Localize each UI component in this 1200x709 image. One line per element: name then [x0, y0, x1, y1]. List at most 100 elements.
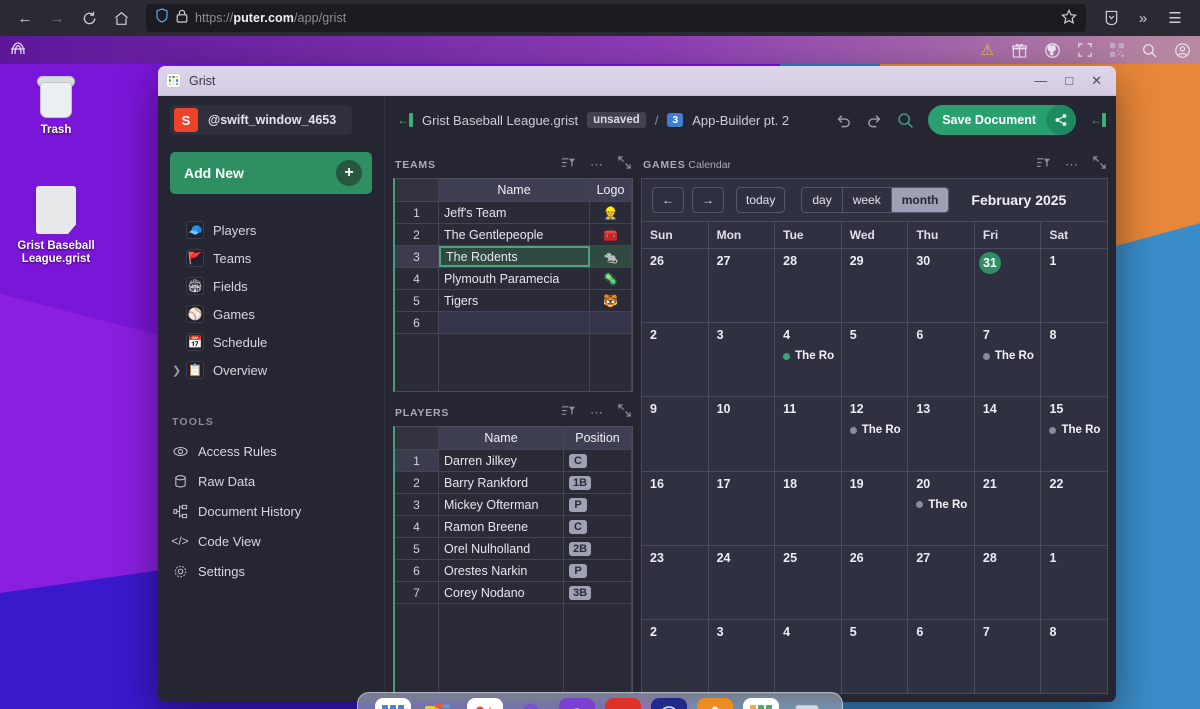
calendar-day-cell[interactable]: 10: [709, 397, 776, 470]
calendar-day-cell[interactable]: 4: [775, 620, 842, 693]
dock-item-blocks[interactable]: [513, 698, 549, 709]
cell-name[interactable]: Mickey Ofterman: [439, 494, 564, 515]
sidebar-item-players[interactable]: 🧢 Players: [170, 216, 372, 244]
calendar-day-cell[interactable]: 1: [1041, 249, 1107, 322]
cell-logo[interactable]: 👷: [590, 202, 632, 223]
account-icon[interactable]: [1175, 43, 1190, 58]
sidebar-item-fields[interactable]: 🏟 Fields: [170, 272, 372, 300]
calendar-day-cell[interactable]: 31: [975, 249, 1042, 322]
table-row-selected[interactable]: 1 Darren Jilkey C: [395, 450, 632, 472]
calendar-day-cell[interactable]: 30: [908, 249, 975, 322]
cell-name[interactable]: Jeff's Team: [439, 202, 590, 223]
dock-item-code[interactable]: </>: [605, 698, 641, 709]
calendar-day-cell[interactable]: 28: [775, 249, 842, 322]
cell-logo[interactable]: 🦠: [590, 268, 632, 289]
warning-icon[interactable]: ⚠: [981, 41, 994, 59]
calendar-view-month[interactable]: month: [892, 188, 949, 212]
desktop-icon-trash[interactable]: Trash: [8, 74, 104, 137]
more-options-icon[interactable]: ⋯: [590, 157, 604, 173]
calendar-event[interactable]: The Ro: [916, 499, 974, 511]
puter-logo-icon[interactable]: [10, 42, 26, 59]
save-document-button[interactable]: Save Document: [928, 105, 1076, 135]
calendar-event[interactable]: The Ro: [1049, 424, 1107, 436]
cell-position[interactable]: P: [564, 494, 632, 515]
sort-filter-icon[interactable]: [561, 156, 576, 175]
search-icon[interactable]: [897, 112, 914, 129]
calendar-day-cell[interactable]: 3: [709, 620, 776, 693]
page-title[interactable]: App-Builder pt. 2: [692, 113, 789, 128]
column-header-name[interactable]: Name: [439, 179, 590, 201]
expand-widget-icon[interactable]: [1093, 156, 1106, 174]
table-row[interactable]: 5 Orel Nulholland 2B: [395, 538, 632, 560]
search-icon[interactable]: [1142, 43, 1157, 58]
calendar-day-cell[interactable]: 13: [908, 397, 975, 470]
save-to-pocket-icon[interactable]: [1096, 3, 1126, 33]
cell-position[interactable]: P: [564, 560, 632, 581]
dock-item-camera[interactable]: [651, 698, 687, 709]
cell-logo[interactable]: 🐀: [590, 246, 632, 267]
calendar-day-cell[interactable]: 15The Ro: [1041, 397, 1107, 470]
tool-item-raw-data[interactable]: Raw Data: [170, 466, 372, 496]
table-row[interactable]: 5 Tigers 🐯: [395, 290, 632, 312]
dock-item-recorder[interactable]: [697, 698, 733, 709]
table-row-selected[interactable]: 3 The Rodents 🐀: [395, 246, 632, 268]
sidebar-item-schedule[interactable]: 📅 Schedule: [170, 328, 372, 356]
gift-icon[interactable]: [1012, 43, 1027, 58]
fullscreen-icon[interactable]: [1078, 43, 1092, 57]
table-row[interactable]: 3 Mickey Ofterman P: [395, 494, 632, 516]
window-close-button[interactable]: ✕: [1091, 74, 1102, 87]
calendar-day-cell[interactable]: 5: [842, 620, 909, 693]
right-panel-toggle-icon[interactable]: ←: [1090, 113, 1106, 127]
more-options-icon[interactable]: ⋯: [590, 405, 604, 421]
calendar-day-cell[interactable]: 14: [975, 397, 1042, 470]
back-arrow-icon[interactable]: ←: [10, 3, 40, 33]
calendar-day-cell[interactable]: 2: [642, 323, 709, 396]
window-maximize-button[interactable]: □: [1065, 74, 1073, 87]
table-row[interactable]: 7 Corey Nodano 3B: [395, 582, 632, 604]
calendar-day-cell[interactable]: 20The Ro: [908, 472, 975, 545]
calendar-day-cell[interactable]: 22: [1041, 472, 1107, 545]
column-header-position[interactable]: Position: [564, 427, 632, 449]
cell-position[interactable]: 2B: [564, 538, 632, 559]
calendar-event[interactable]: The Ro: [850, 424, 908, 436]
grid-empty-space[interactable]: [395, 334, 632, 391]
sort-filter-icon[interactable]: [1036, 156, 1051, 175]
window-minimize-button[interactable]: —: [1034, 74, 1047, 87]
table-row[interactable]: 4 Plymouth Paramecia 🦠: [395, 268, 632, 290]
chevrons-right-icon[interactable]: »: [1128, 3, 1158, 33]
expand-widget-icon[interactable]: [618, 404, 631, 422]
calendar-day-cell[interactable]: 28: [975, 546, 1042, 619]
user-account-pill[interactable]: S @swift_window_4653: [170, 105, 352, 135]
add-new-button[interactable]: Add New +: [170, 152, 372, 194]
url-text[interactable]: https://puter.com/app/grist: [195, 11, 346, 25]
window-titlebar[interactable]: Grist — □ ✕: [158, 66, 1116, 96]
cell-logo[interactable]: [590, 312, 632, 333]
tool-item-access-rules[interactable]: Access Rules: [170, 436, 372, 466]
table-row[interactable]: 2 Barry Rankford 1B: [395, 472, 632, 494]
table-row[interactable]: 1 Jeff's Team 👷: [395, 202, 632, 224]
tool-item-document-history[interactable]: Document History: [170, 496, 372, 526]
github-icon[interactable]: [1045, 43, 1060, 58]
calendar-day-cell[interactable]: 27: [908, 546, 975, 619]
calendar-view-day[interactable]: day: [802, 188, 842, 212]
calendar-day-cell[interactable]: 7: [975, 620, 1042, 693]
cell-name[interactable]: Orestes Narkin: [439, 560, 564, 581]
undo-icon[interactable]: [835, 112, 852, 129]
tool-item-code-view[interactable]: </> Code View: [170, 526, 372, 556]
cell-name[interactable]: Darren Jilkey: [439, 450, 564, 471]
calendar-day-cell[interactable]: 26: [642, 249, 709, 322]
sort-filter-icon[interactable]: [561, 404, 576, 423]
expand-widget-icon[interactable]: [618, 156, 631, 174]
tool-item-settings[interactable]: Settings: [170, 556, 372, 586]
cell-name[interactable]: [439, 312, 590, 333]
calendar-day-cell[interactable]: 4The Ro: [775, 323, 842, 396]
calendar-day-cell[interactable]: 8: [1041, 323, 1107, 396]
qr-code-icon[interactable]: [1110, 43, 1124, 57]
cell-name[interactable]: Plymouth Paramecia: [439, 268, 590, 289]
calendar-day-cell[interactable]: 8: [1041, 620, 1107, 693]
cell-name[interactable]: Ramon Breene: [439, 516, 564, 537]
column-header-name[interactable]: Name: [439, 427, 564, 449]
calendar-day-cell[interactable]: 26: [842, 546, 909, 619]
calendar-view-week[interactable]: week: [843, 188, 892, 212]
calendar-day-cell[interactable]: 12The Ro: [842, 397, 909, 470]
